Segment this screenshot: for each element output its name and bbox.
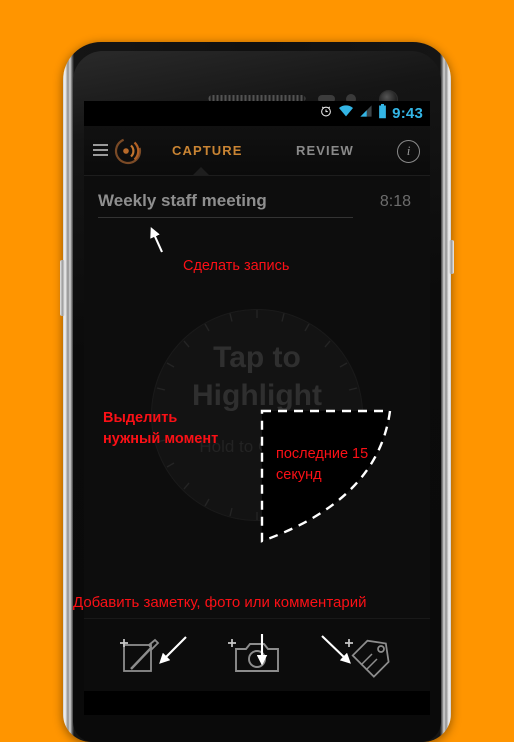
tab-active-indicator [193,167,209,175]
session-title-input[interactable]: Weekly staff meeting [98,191,353,218]
annotation-add-note-photo-comment: Добавить заметку, фото или комментарий [73,594,367,611]
annotation-select-moment: Выделить нужный момент [103,410,219,447]
add-note-icon [119,638,159,672]
highlight-primary-label: Tap to Highlight [192,341,322,412]
add-note-button[interactable] [111,631,173,679]
signal-icon [359,104,373,123]
session-duration-label: 8:18 [379,193,411,210]
volume-button[interactable] [60,260,65,316]
app-logo-icon[interactable] [112,136,144,171]
add-photo-camera-icon [227,639,279,672]
status-bar-clock: 9:43 [392,105,423,122]
alarm-icon [319,104,333,123]
power-button[interactable] [449,240,454,274]
add-tag-button[interactable] [341,631,403,679]
hamburger-menu-icon[interactable] [93,144,108,156]
action-bar: CAPTURE REVIEW i [84,126,430,176]
info-icon[interactable]: i [397,140,420,163]
status-bar: 9:43 [84,101,430,126]
bottom-toolbar [84,618,430,691]
tab-capture[interactable]: CAPTURE [172,143,243,158]
session-title-row: Weekly staff meeting 8:18 [84,191,430,233]
annotation-make-record: Сделать запись [183,258,290,274]
annotation-last-15-seconds: последние 15 секунд [276,446,369,483]
tab-review[interactable]: REVIEW [296,143,354,158]
wifi-icon [338,104,354,123]
add-photo-button[interactable] [226,631,288,679]
battery-icon [378,103,387,124]
add-tag-icon [345,639,390,678]
android-navigation-bar [84,691,430,715]
